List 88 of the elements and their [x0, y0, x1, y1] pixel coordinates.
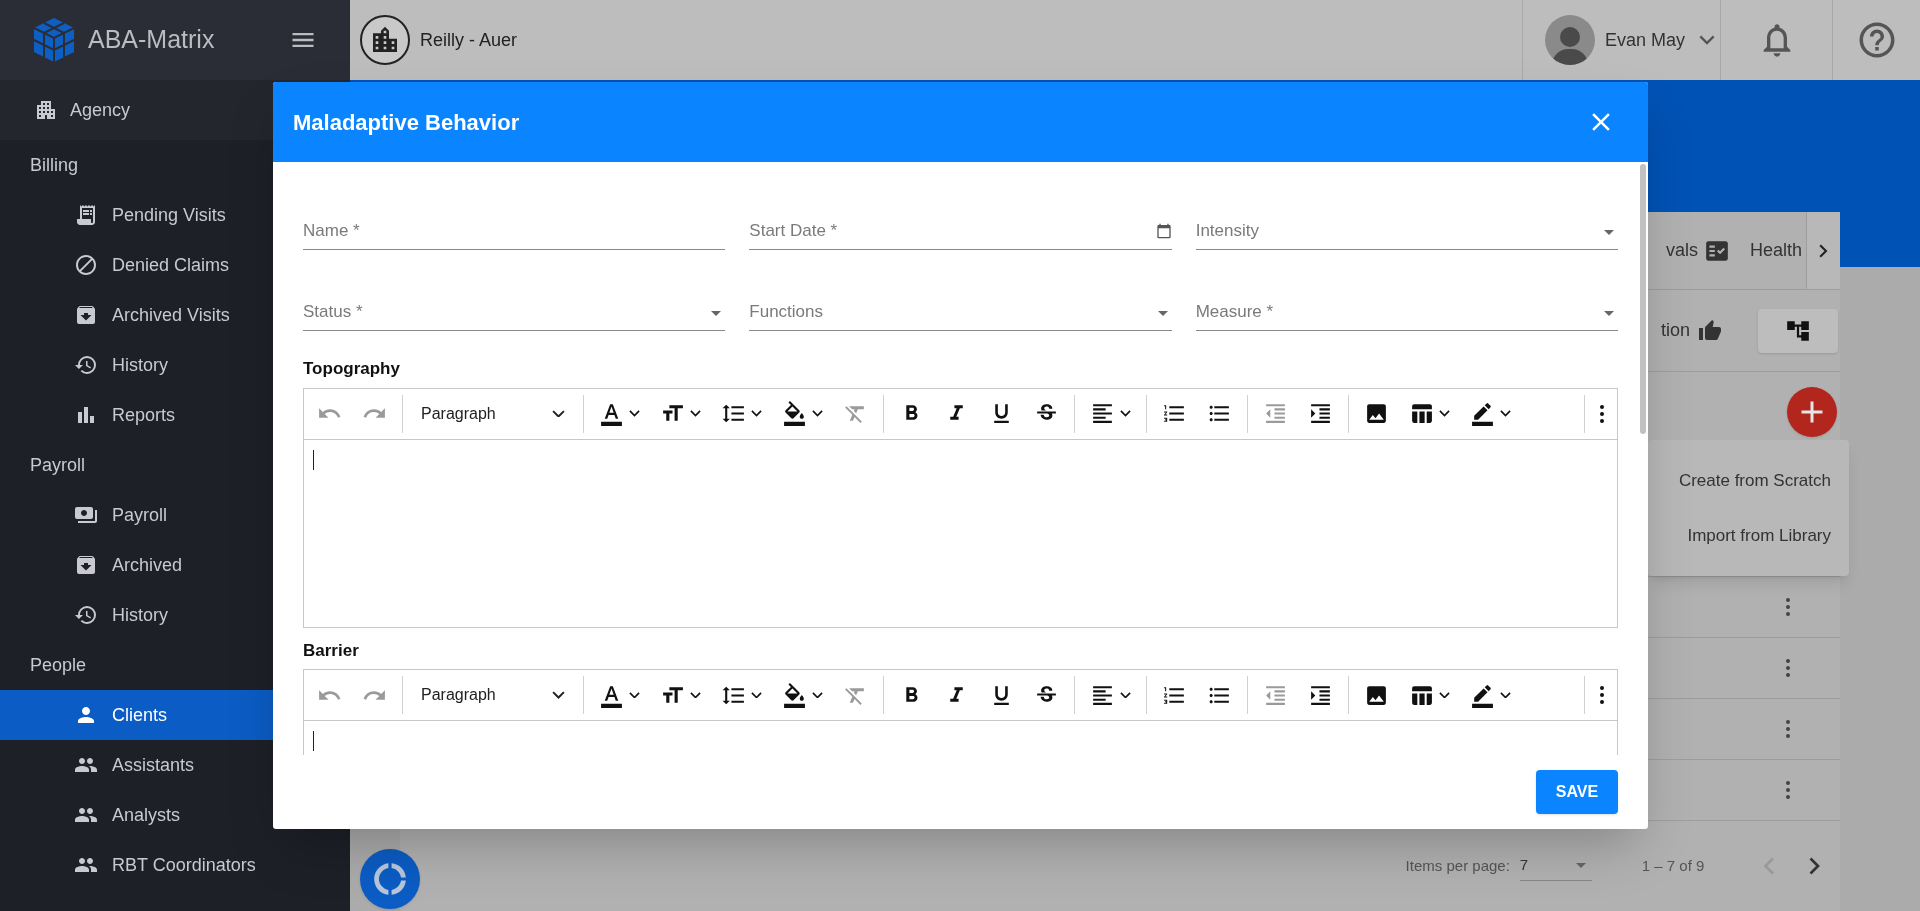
dropdown-arrow-icon — [1157, 311, 1168, 316]
chevron-down-icon — [812, 410, 823, 417]
section-header: People — [30, 653, 87, 677]
table-icon — [1409, 401, 1434, 426]
scrollbar-thumb[interactable] — [1640, 164, 1646, 434]
chevron-down-icon — [1439, 410, 1450, 417]
chevron-right-icon — [1819, 243, 1828, 258]
paragraph-format-dropdown[interactable]: Paragraph — [413, 394, 573, 433]
more-icon[interactable] — [1786, 781, 1790, 799]
thumbs-up-icon — [1698, 318, 1722, 343]
blocked-icon — [74, 253, 98, 277]
nav-item[interactable]: Reports — [0, 390, 350, 440]
chevron-down-icon — [1699, 35, 1716, 45]
chevron-down-icon — [690, 410, 701, 417]
date-field[interactable]: Start Date * — [749, 204, 1172, 250]
align-left-icon — [1090, 401, 1115, 426]
page-size-select[interactable]: 7 — [1519, 851, 1592, 881]
tab[interactable]: Health — [1749, 237, 1802, 264]
items-per-page-label: Items per page: — [1405, 855, 1510, 876]
select-field[interactable]: Functions — [749, 285, 1172, 331]
select-field[interactable]: Measure * — [1195, 285, 1618, 331]
background-color-icon — [782, 401, 807, 426]
nav-item[interactable]: Archived — [0, 540, 350, 590]
chevron-down-icon — [1439, 691, 1450, 699]
save-button[interactable]: SAVE — [1536, 770, 1618, 814]
more-icon — [1600, 686, 1604, 704]
page-range: 1 – 7 of 9 — [1641, 855, 1705, 876]
highlighter-icon — [1470, 401, 1495, 426]
chevron-down-icon — [552, 691, 565, 699]
input-field[interactable]: Name * — [303, 204, 726, 250]
section-header: Payroll — [30, 453, 86, 477]
font-color-icon — [599, 401, 624, 426]
calendar-icon — [1155, 223, 1172, 239]
menu-item[interactable]: Import from Library — [1687, 523, 1831, 549]
chevron-down-icon — [1120, 410, 1131, 417]
select-field[interactable]: Intensity — [1195, 204, 1618, 250]
chevron-down-icon — [1500, 410, 1511, 417]
outdent-icon — [1263, 401, 1288, 426]
dropdown-arrow-icon — [711, 311, 722, 316]
nav-item[interactable]: Assistants — [0, 740, 350, 790]
chevron-down-icon — [1120, 691, 1131, 699]
more-icon[interactable] — [1786, 598, 1790, 616]
paragraph-format-dropdown[interactable]: Paragraph — [413, 676, 573, 714]
more-icon[interactable] — [1786, 659, 1790, 677]
next-page-icon — [1809, 857, 1820, 875]
more-icon[interactable] — [1786, 720, 1790, 738]
chevron-down-icon — [629, 691, 640, 699]
chevron-down-icon — [751, 691, 762, 699]
background-color-icon — [782, 682, 807, 708]
dropdown-arrow-icon — [1575, 863, 1586, 868]
chevron-down-icon — [751, 410, 762, 417]
loader-button[interactable] — [360, 849, 420, 909]
add-button[interactable] — [1787, 387, 1837, 437]
tree-button[interactable] — [1758, 308, 1838, 353]
brand-name: ABA-Matrix — [88, 24, 215, 56]
user-menu[interactable]: Evan May — [1522, 0, 1720, 80]
nav-item[interactable]: Payroll — [0, 490, 350, 540]
editor-label: Barrier — [303, 639, 360, 662]
more-icon — [1600, 404, 1604, 423]
menu-item[interactable]: Create from Scratch — [1678, 467, 1831, 493]
action-label: tion — [1660, 319, 1690, 342]
dropdown-arrow-icon — [1604, 311, 1614, 316]
archive-icon — [74, 553, 98, 577]
nav-item[interactable]: Analysts — [0, 790, 350, 840]
chevron-down-icon — [690, 691, 701, 699]
chevron-down-icon — [812, 691, 823, 699]
text-cursor — [313, 449, 314, 470]
chevron-down-icon — [1500, 691, 1511, 699]
text-cursor — [313, 731, 314, 751]
indent-icon — [1308, 401, 1333, 426]
previous-page-icon — [1764, 857, 1776, 875]
editor-label: Topography — [303, 358, 401, 380]
nav-item[interactable]: RBT Coordinators — [0, 840, 350, 890]
section-header: Billing — [30, 153, 79, 177]
nav-item[interactable]: History — [0, 590, 350, 640]
tab[interactable]: vals — [1665, 237, 1730, 264]
avatar-icon — [1545, 15, 1595, 65]
organization-name: Reilly - Auer — [420, 28, 518, 52]
image-icon — [1364, 401, 1389, 426]
chevron-down-icon — [629, 410, 640, 417]
history-icon — [74, 353, 98, 377]
select-field[interactable]: Status * — [303, 285, 726, 331]
history-icon — [74, 603, 98, 627]
chevron-down-icon — [552, 409, 565, 418]
building-icon — [34, 98, 58, 122]
dropdown-arrow-icon — [1604, 230, 1614, 235]
archive-icon — [74, 303, 98, 327]
highlighter-icon — [1470, 682, 1495, 708]
